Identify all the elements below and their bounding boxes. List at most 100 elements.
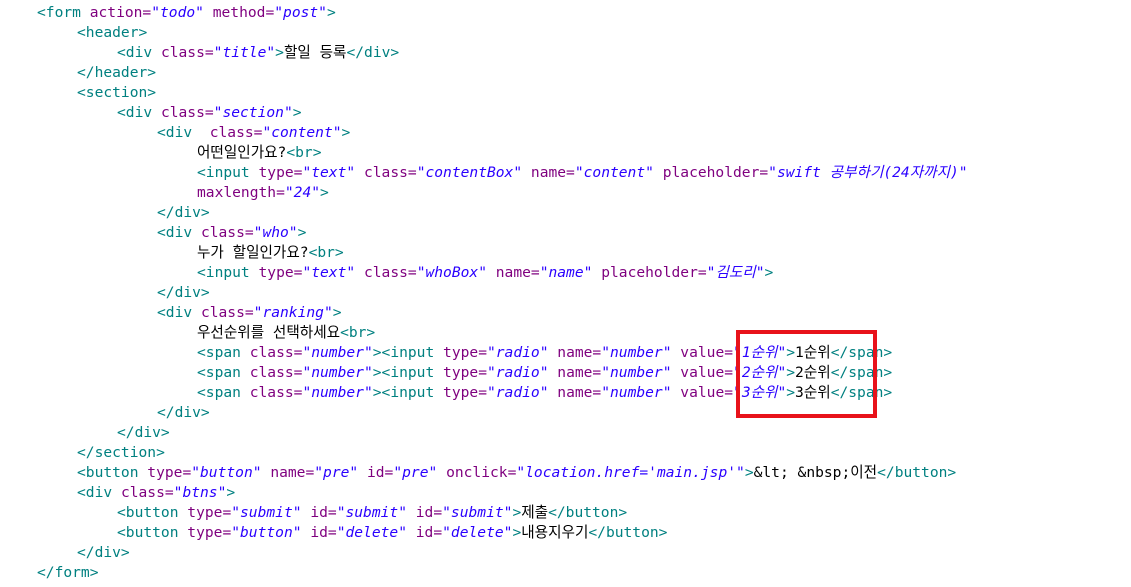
code-token: type= bbox=[147, 464, 192, 481]
code-token: name= bbox=[486, 264, 540, 281]
code-token: <span bbox=[197, 384, 250, 401]
code-token: <br> bbox=[308, 244, 344, 261]
code-token: "location.href='main.jsp'" bbox=[516, 464, 745, 481]
code-line: <header> bbox=[37, 23, 968, 43]
code-token: "text" bbox=[302, 164, 356, 181]
code-token: "pre" bbox=[393, 464, 438, 481]
code-token: "pre" bbox=[314, 464, 359, 481]
code-token: </button> bbox=[588, 524, 668, 541]
code-token: class= bbox=[209, 124, 263, 141]
code-token: > bbox=[320, 184, 329, 201]
code-line: <form action="todo" method="post"> bbox=[37, 3, 968, 23]
code-token: "radio" bbox=[486, 364, 549, 381]
code-token: name= bbox=[261, 464, 315, 481]
code-token: type= bbox=[187, 524, 232, 541]
code-token: 어떤일인가요? bbox=[197, 144, 287, 161]
code-token: <input bbox=[381, 344, 444, 361]
code-token: "todo" bbox=[151, 4, 204, 21]
code-token: class= bbox=[200, 304, 254, 321]
code-token: id= bbox=[301, 504, 337, 521]
code-token: "content" bbox=[574, 164, 654, 181]
code-token: name= bbox=[522, 164, 575, 181]
code-token: value= bbox=[671, 344, 734, 361]
code-token: > bbox=[297, 224, 307, 241]
code-token: "submit" bbox=[336, 504, 407, 521]
code-token: class= bbox=[120, 484, 174, 501]
code-token: onclick= bbox=[437, 464, 517, 481]
code-line: </form> bbox=[37, 563, 968, 583]
code-token: </div> bbox=[117, 424, 170, 441]
code-token: "text" bbox=[302, 264, 356, 281]
code-token: > bbox=[292, 104, 302, 121]
code-line: </header> bbox=[37, 63, 968, 83]
code-token: 할일 등록 bbox=[283, 44, 347, 61]
code-token: </div> bbox=[157, 204, 210, 221]
code-token: "btns" bbox=[173, 484, 227, 501]
code-token: value= bbox=[671, 384, 734, 401]
code-line: <div class="ranking"> bbox=[37, 303, 968, 323]
code-token: <br> bbox=[286, 144, 322, 161]
code-token: > bbox=[341, 124, 351, 141]
code-line: <div class="section"> bbox=[37, 103, 968, 123]
code-token: type= bbox=[443, 364, 487, 381]
code-token: </button> bbox=[548, 504, 628, 521]
code-token: </div> bbox=[157, 404, 210, 421]
code-line: <section> bbox=[37, 83, 968, 103]
code-token: "number" bbox=[601, 384, 672, 401]
code-token: <input bbox=[381, 364, 444, 381]
code-token: "number" bbox=[302, 344, 373, 361]
code-token: id= bbox=[406, 504, 443, 521]
code-line: <input type="text" class="whoBox" name="… bbox=[37, 263, 968, 283]
code-line: <div class="who"> bbox=[37, 223, 968, 243]
code-token: "name" bbox=[539, 264, 593, 281]
code-token: <div bbox=[157, 124, 210, 141]
code-token: 누가 할일인가요? bbox=[197, 244, 309, 261]
code-token: "ranking" bbox=[253, 304, 333, 321]
code-line: 누가 할일인가요?<br> bbox=[37, 243, 968, 263]
code-line: <div class="title">할일 등록</div> bbox=[37, 43, 968, 63]
code-token: "contentBox" bbox=[416, 164, 523, 181]
code-token: <input bbox=[381, 384, 444, 401]
code-token: id= bbox=[406, 524, 443, 541]
code-editor: <form action="todo" method="post"> <heade… bbox=[37, 3, 968, 583]
code-token: <div bbox=[77, 484, 121, 501]
code-token: method= bbox=[203, 4, 275, 21]
code-line: <input type="text" class="contentBox" na… bbox=[37, 163, 968, 183]
code-token: <input bbox=[197, 264, 259, 281]
code-token: class= bbox=[355, 264, 417, 281]
code-token: <br> bbox=[340, 324, 376, 341]
code-token: > bbox=[372, 384, 382, 401]
code-line: <button type="button" name="pre" id="pre… bbox=[37, 463, 968, 483]
code-line: <div class="content"> bbox=[37, 123, 968, 143]
code-line: </section> bbox=[37, 443, 968, 463]
code-token: "radio" bbox=[486, 384, 549, 401]
code-token: 우선순위를 선택하세요 bbox=[197, 324, 341, 341]
code-token: <div bbox=[117, 104, 161, 121]
code-token: <input bbox=[197, 164, 259, 181]
code-token: class= bbox=[200, 224, 254, 241]
code-line: maxlength="24"> bbox=[37, 183, 968, 203]
code-token: maxlength= bbox=[197, 184, 285, 201]
code-token: class= bbox=[160, 44, 214, 61]
code-token: </div> bbox=[346, 44, 400, 61]
code-line: </div> bbox=[37, 203, 968, 223]
code-token: <span bbox=[197, 344, 250, 361]
code-line: </div> bbox=[37, 423, 968, 443]
code-token: name= bbox=[548, 384, 602, 401]
code-token: <header> bbox=[77, 24, 148, 41]
code-token: "24" bbox=[284, 184, 321, 201]
code-token: "delete" bbox=[336, 524, 407, 541]
code-token: placeholder= bbox=[592, 264, 707, 281]
code-token: &lt; &nbsp;이전 bbox=[753, 464, 878, 481]
code-token: id= bbox=[358, 464, 394, 481]
code-token: "radio" bbox=[486, 344, 549, 361]
code-token: "swift 공부하기(24자까지)" bbox=[768, 164, 968, 181]
code-token: "number" bbox=[302, 364, 373, 381]
code-token: <div bbox=[157, 304, 201, 321]
code-token: <button bbox=[117, 504, 188, 521]
code-token: > bbox=[764, 264, 774, 281]
code-line: 어떤일인가요?<br> bbox=[37, 143, 968, 163]
code-token: </div> bbox=[77, 544, 130, 561]
code-token: > bbox=[744, 464, 754, 481]
code-line: <button type="submit" id="submit" id="su… bbox=[37, 503, 968, 523]
